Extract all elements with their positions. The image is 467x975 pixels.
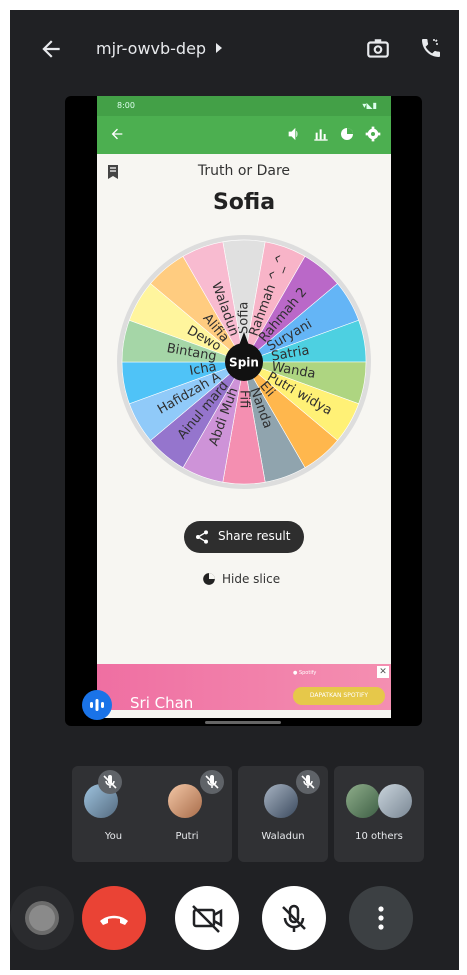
app-toolbar (97, 116, 391, 154)
spin-label: Spin (229, 356, 259, 370)
screen-share-view: 8:00 ▾◣▮ Truth or Dare Sofia Sofia Rahmah… (65, 96, 422, 726)
phone-call-icon[interactable] (419, 36, 443, 60)
participant-name: Waladun (261, 831, 305, 842)
top-bar: mjr-owvb-dep (10, 10, 459, 90)
spotify-ad-logo: ● Spotify (293, 670, 317, 676)
mic-off-icon (200, 770, 224, 794)
close-icon[interactable]: ✕ (377, 666, 389, 678)
volume-icon[interactable] (287, 126, 303, 142)
bar-chart-icon[interactable] (313, 126, 329, 142)
caret-right-icon[interactable] (214, 42, 224, 54)
participant-tile-putri[interactable]: Putri (142, 766, 232, 862)
status-time: 8:00 (117, 101, 135, 110)
mic-off-icon (296, 770, 320, 794)
camera-off-icon (192, 905, 223, 933)
end-call-icon (100, 915, 128, 925)
camera-toggle-button[interactable] (175, 886, 239, 950)
shared-phone-screen: 8:00 ▾◣▮ Truth or Dare Sofia Sofia Rahmah… (97, 96, 391, 718)
back-arrow-icon[interactable] (109, 126, 125, 142)
more-options-icon (378, 906, 384, 930)
hide-slice-label: Hide slice (222, 572, 281, 586)
end-call-button[interactable] (82, 886, 146, 950)
android-status-bar: 8:00 ▾◣▮ (97, 96, 391, 116)
audio-device-icon (25, 901, 59, 935)
audio-device-button[interactable] (10, 886, 74, 950)
participant-name: Putri (175, 831, 199, 842)
meet-call-screen: mjr-owvb-dep 8:00 ▾◣▮ Truth or Dare Sofi… (10, 10, 459, 970)
avatar (168, 784, 202, 818)
call-controls (10, 886, 459, 970)
avatar (378, 784, 412, 818)
settings-icon[interactable] (365, 126, 381, 142)
avatar (346, 784, 380, 818)
share-result-button[interactable]: Share result (184, 521, 304, 553)
pie-chart-icon (203, 573, 215, 585)
share-icon (196, 530, 208, 544)
winner-name: Sofia (212, 190, 276, 215)
mic-off-icon (98, 770, 122, 794)
wheel-title: Truth or Dare (197, 163, 291, 179)
participant-tile-waladun[interactable]: Waladun (238, 766, 328, 862)
flip-camera-icon[interactable] (365, 36, 391, 62)
more-options-button[interactable] (349, 886, 413, 950)
participant-tile-others[interactable]: 10 others (334, 766, 424, 862)
participant-name: 10 others (355, 831, 403, 842)
back-arrow-icon[interactable] (38, 36, 64, 62)
mic-off-icon (282, 904, 306, 932)
status-icons: ▾◣▮ (362, 101, 377, 110)
drag-handle[interactable] (205, 721, 281, 724)
spinning-wheel[interactable]: SofiaRahmah ^_^Rahmah 2SuryaniSatriaWand… (114, 232, 374, 492)
avatar (264, 784, 298, 818)
ad-cta-button[interactable]: DAPATKAN SPOTIFY (293, 687, 385, 705)
pie-chart-icon[interactable] (339, 126, 355, 142)
speaker-name: Sri Chan (130, 694, 194, 712)
speaking-indicator-icon (82, 690, 112, 720)
mic-toggle-button[interactable] (262, 886, 326, 950)
meeting-code[interactable]: mjr-owvb-dep (96, 39, 206, 58)
share-result-label: Share result (218, 529, 291, 543)
